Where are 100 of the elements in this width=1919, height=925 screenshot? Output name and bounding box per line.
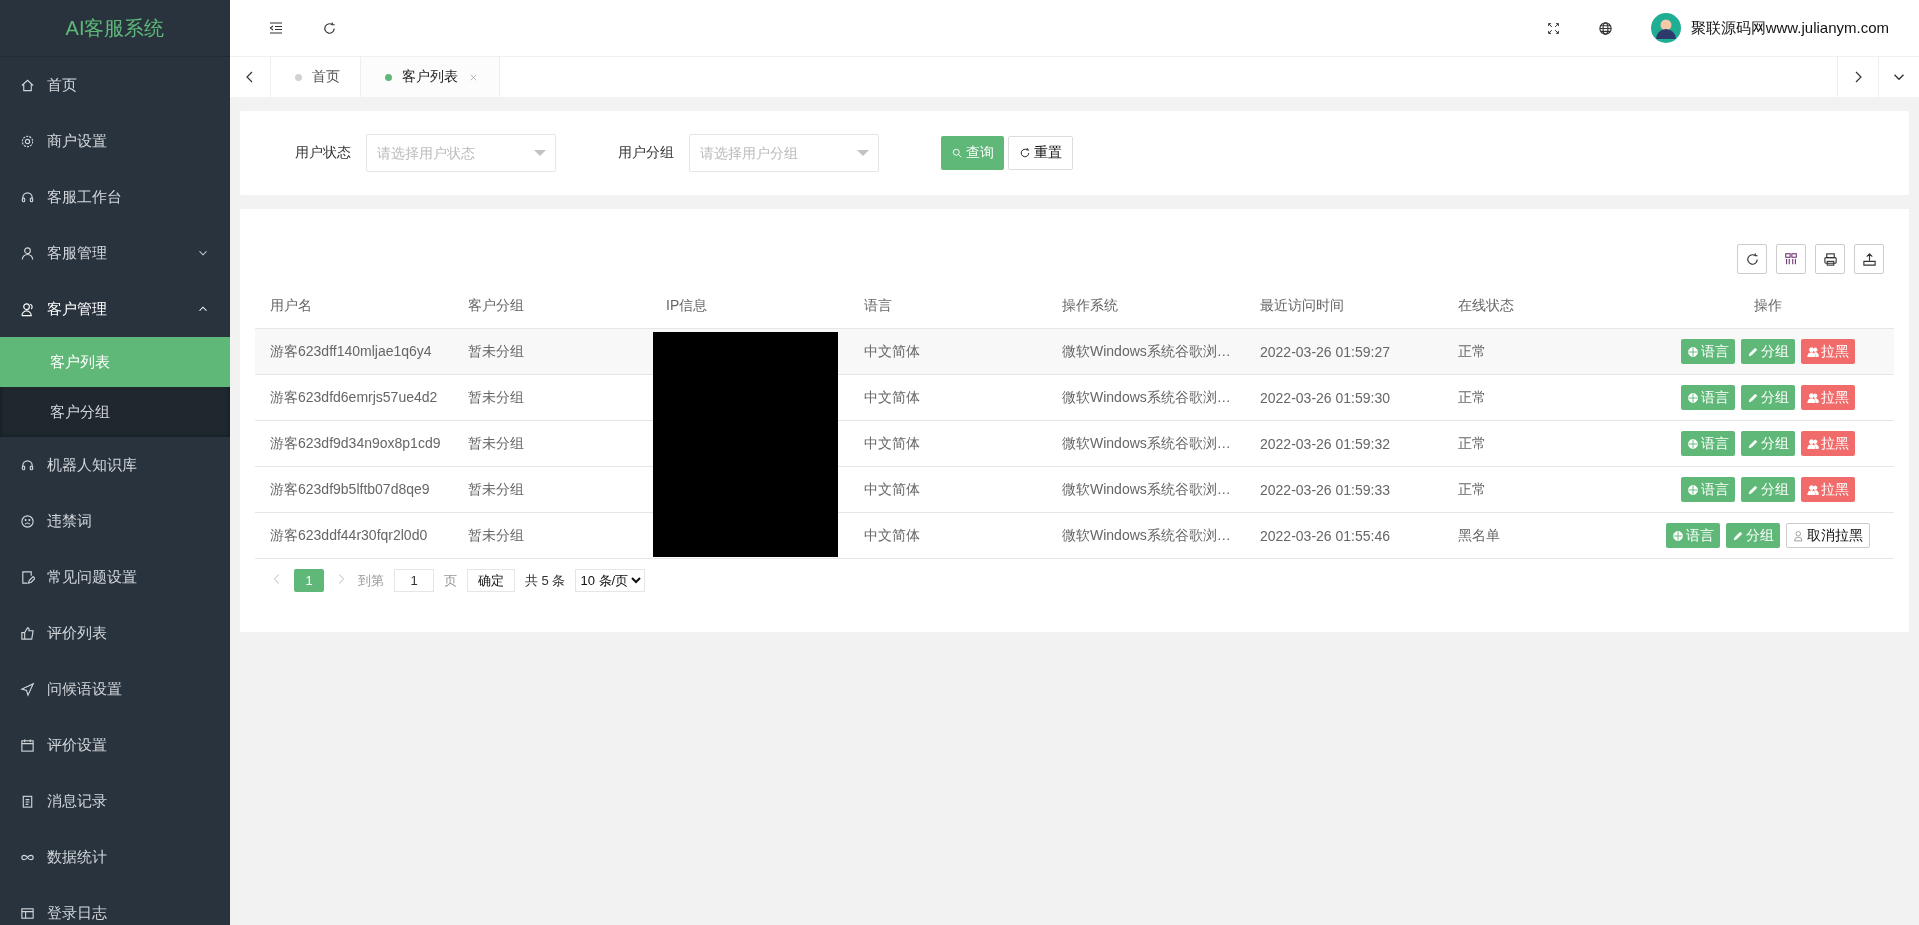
os-cell: 微软Windows系统谷歌浏…: [1062, 434, 1231, 453]
globe-icon: [1671, 529, 1684, 542]
sidebar-item[interactable]: 机器人知识库: [0, 437, 230, 493]
fullscreen-icon[interactable]: [1546, 21, 1560, 35]
sidebar-subitem[interactable]: 客户分组: [0, 387, 230, 437]
username-cell: 游客623dfd6emrjs57ue4d2: [270, 388, 438, 407]
headset-icon: [20, 457, 35, 473]
globe-icon: [1686, 437, 1699, 450]
globe-icon: [1686, 483, 1699, 496]
status-cell: 正常: [1458, 434, 1486, 453]
users-icon: [1806, 345, 1819, 358]
globe-icon: [1686, 345, 1699, 358]
pencil-icon: [1746, 391, 1759, 404]
column-header: IP信息: [665, 297, 709, 315]
caret-down-icon: [534, 150, 546, 156]
column-header: 操作: [1752, 297, 1783, 315]
sidebar-item[interactable]: 数据统计: [0, 829, 230, 885]
clipboard-icon: [20, 793, 35, 809]
column-header: 最近访问时间: [1259, 297, 1345, 315]
os-cell: 微软Windows系统谷歌浏…: [1062, 342, 1231, 361]
sidebar-item[interactable]: 违禁词: [0, 493, 230, 549]
sidebar-item[interactable]: 消息记录: [0, 773, 230, 829]
users-icon: [1806, 391, 1819, 404]
sidebar-item[interactable]: 登录日志: [0, 885, 230, 925]
unblock-button[interactable]: 取消拉黑: [1785, 523, 1870, 548]
sidebar-item[interactable]: 常见问题设置: [0, 549, 230, 605]
page-input[interactable]: 1: [394, 569, 434, 592]
export-button[interactable]: [1854, 244, 1884, 274]
username-cell: 游客623ddf44r30fqr2l0d0: [270, 526, 428, 545]
pencil-icon: [1746, 437, 1759, 450]
group-cell: 暂未分组: [468, 434, 524, 453]
sidebar-item[interactable]: 首页: [0, 57, 230, 113]
sidebar-item[interactable]: 客服工作台: [0, 169, 230, 225]
filter-label: 用户状态: [295, 144, 351, 162]
users-icon: [20, 301, 35, 317]
refresh-icon: [1744, 251, 1760, 267]
group-cell: 暂未分组: [468, 526, 524, 545]
language-cell: 中文简体: [864, 434, 920, 453]
status-cell: 黑名单: [1458, 526, 1500, 545]
status-cell: 正常: [1458, 342, 1486, 361]
column-header: 在线状态: [1457, 297, 1515, 315]
globe-icon[interactable]: [1597, 20, 1613, 36]
avatar-icon[interactable]: [1650, 13, 1681, 43]
language-cell: 中文简体: [864, 342, 920, 361]
home-icon: [20, 77, 35, 93]
globe-icon: [1686, 391, 1699, 404]
menu-fold-icon[interactable]: [268, 20, 284, 36]
status-cell: 正常: [1458, 480, 1486, 499]
page-size-select[interactable]: 10 条/页: [575, 569, 646, 592]
time-cell: 2022-03-26 01:59:30: [1260, 389, 1390, 406]
gear-icon: [20, 133, 35, 149]
select-field[interactable]: 请选择用户状态: [366, 134, 556, 172]
headset-icon: [20, 189, 35, 205]
reset-button[interactable]: 重置: [1008, 136, 1073, 170]
username-cell: 游客623df9d34n9ox8p1cd9: [270, 434, 441, 453]
language-cell: 中文简体: [864, 388, 920, 407]
export-icon: [1861, 251, 1877, 267]
pencil-icon: [1746, 345, 1759, 358]
sidebar-item[interactable]: 客服管理: [0, 225, 230, 281]
users-icon: [1806, 483, 1819, 496]
username-cell: 游客623dff140mljae1q6y4: [270, 342, 432, 361]
thumbs-up-icon: [20, 625, 35, 641]
calendar-icon: [20, 737, 35, 753]
refresh-button[interactable]: [1737, 244, 1767, 274]
language-cell: 中文简体: [864, 480, 920, 499]
pencil-icon: [1746, 483, 1759, 496]
users-icon: [1806, 437, 1819, 450]
columns-button[interactable]: [1776, 244, 1806, 274]
sidebar-item[interactable]: 商户设置: [0, 113, 230, 169]
sidebar-item[interactable]: 评价列表: [0, 605, 230, 661]
sidebar-item[interactable]: 问候语设置: [0, 661, 230, 717]
columns-icon: [1784, 252, 1798, 266]
app-logo: AI客服系统: [65, 15, 165, 41]
time-cell: 2022-03-26 01:55:46: [1260, 527, 1390, 544]
print-button[interactable]: [1815, 244, 1845, 274]
time-cell: 2022-03-26 01:59:33: [1260, 481, 1390, 498]
select-field[interactable]: 请选择用户分组: [689, 134, 879, 172]
user-icon: [20, 245, 35, 261]
column-header: 操作系统: [1061, 297, 1119, 315]
user-name[interactable]: 聚联源码网www.julianym.com: [1690, 18, 1889, 38]
column-header: 语言: [863, 297, 893, 315]
edit-document-icon: [20, 569, 35, 585]
user-icon: [1792, 529, 1805, 542]
window-icon: [20, 905, 35, 921]
group-cell: 暂未分组: [468, 342, 524, 361]
refresh-icon[interactable]: [322, 20, 337, 36]
username-cell: 游客623df9b5lftb07d8qe9: [270, 480, 430, 499]
time-cell: 2022-03-26 01:59:27: [1260, 343, 1390, 360]
sidebar-item[interactable]: 评价设置: [0, 717, 230, 773]
sidebar-item[interactable]: 客户管理: [0, 281, 230, 337]
confirm-button[interactable]: 确定: [467, 569, 515, 592]
status-cell: 正常: [1458, 388, 1486, 407]
column-header: 用户名: [269, 297, 313, 315]
page-unit-label: 页: [444, 571, 457, 590]
group-cell: 暂未分组: [468, 480, 524, 499]
refresh-icon: [1019, 147, 1031, 159]
printer-icon: [1822, 251, 1838, 267]
total-count: 共 5 条: [525, 571, 566, 590]
jump-label: 到第: [358, 571, 384, 590]
group-cell: 暂未分组: [468, 388, 524, 407]
